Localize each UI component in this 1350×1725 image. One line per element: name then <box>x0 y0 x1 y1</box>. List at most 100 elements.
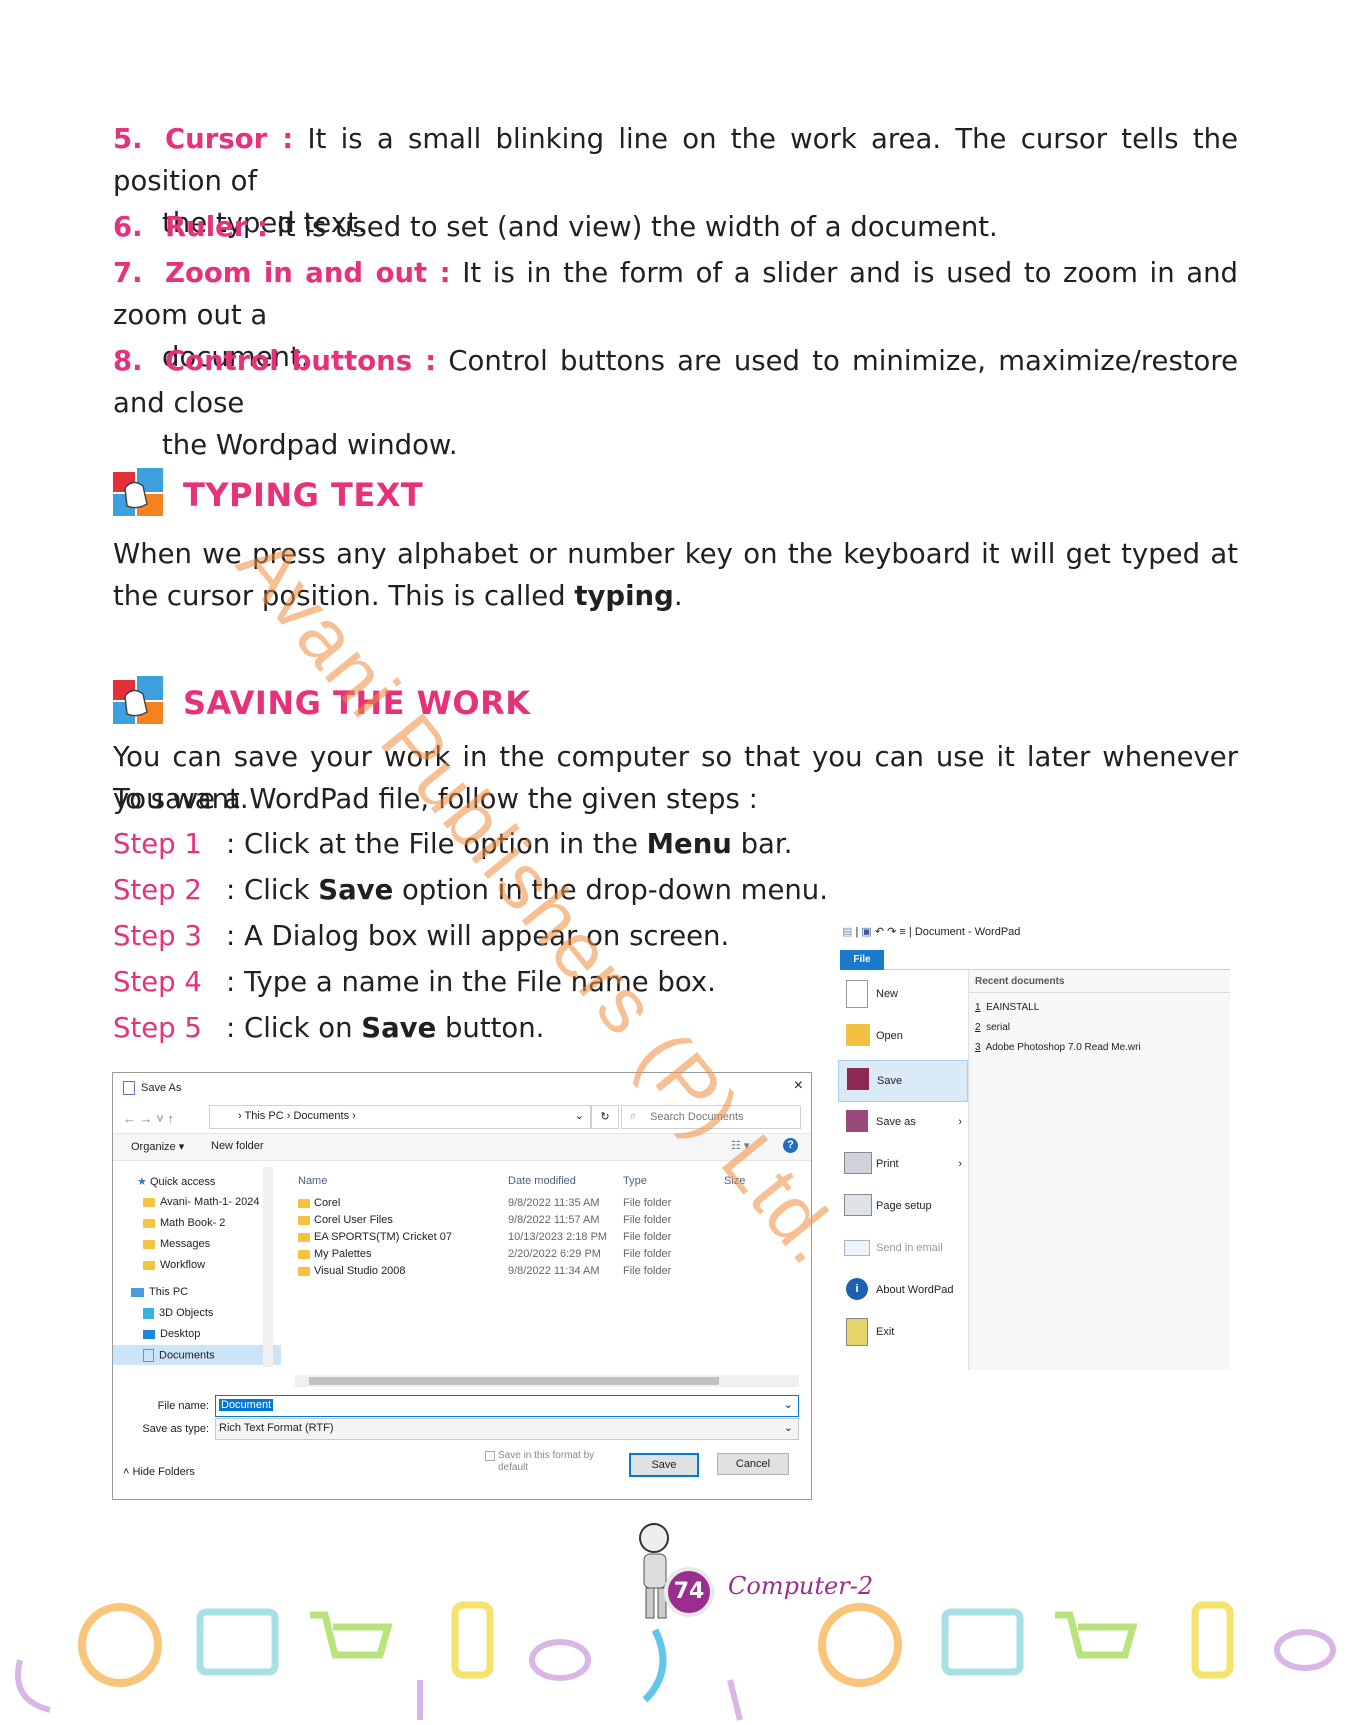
submenu-arrow-icon: › <box>958 1158 962 1170</box>
item-number: 6. <box>113 211 143 243</box>
nav-quick-access[interactable]: ★ Quick access <box>137 1175 215 1188</box>
step-text-end: button. <box>436 1012 545 1044</box>
menu-page-setup[interactable]: Page setup <box>842 1188 962 1226</box>
column-name[interactable]: Name <box>298 1175 327 1187</box>
back-forward-icon[interactable]: ← → ˅ ↑ <box>123 1111 174 1126</box>
address-bar[interactable]: › This PC › Documents › ⌄ <box>209 1105 591 1129</box>
recent-item[interactable]: 2 serial <box>975 1022 1010 1033</box>
horizontal-scrollbar[interactable] <box>295 1375 799 1387</box>
nav-folder[interactable]: Math Book- 2 <box>143 1217 225 1229</box>
menu-print[interactable]: Print › <box>842 1146 962 1184</box>
file-tab[interactable]: File <box>840 950 884 970</box>
menu-label: Send in email <box>876 1242 943 1254</box>
save-button[interactable]: Save <box>629 1453 699 1477</box>
nav-scrollbar[interactable] <box>263 1167 273 1367</box>
section-icon <box>113 676 163 724</box>
nav-folder[interactable]: Avani- Math-1- 2024 <box>143 1196 259 1208</box>
cancel-button[interactable]: Cancel <box>717 1453 789 1475</box>
step-text: : Click <box>226 874 319 906</box>
nav-documents[interactable]: Documents <box>113 1345 281 1365</box>
step-4: Step 4: Type a name in the File name box… <box>113 961 716 1003</box>
column-date[interactable]: Date modified <box>508 1175 576 1187</box>
file-name: Corel <box>314 1197 341 1209</box>
column-type[interactable]: Type <box>623 1175 647 1187</box>
nav-label: Quick access <box>149 1176 216 1188</box>
file-date: 9/8/2022 11:57 AM <box>508 1214 600 1226</box>
search-placeholder: Search Documents <box>650 1111 744 1123</box>
folder-icon <box>298 1267 310 1276</box>
recent-item[interactable]: 1 EAINSTALL <box>975 1002 1039 1013</box>
table-row[interactable]: Corel 9/8/2022 11:35 AM File folder <box>298 1195 798 1211</box>
menu-label: Open <box>876 1030 903 1042</box>
recent-heading: Recent documents <box>975 976 1065 987</box>
menu-save[interactable]: Save <box>838 1060 968 1102</box>
menu-save-as[interactable]: Save as › <box>842 1104 962 1142</box>
step-label: Step 5 <box>113 1012 202 1044</box>
save-icon[interactable]: ▣ <box>861 926 871 938</box>
step-text: : Click at the File option in the <box>226 828 647 860</box>
step-label: Step 3 <box>113 920 202 952</box>
nav-this-pc[interactable]: This PC <box>131 1286 188 1298</box>
refresh-icon[interactable]: ↻ <box>591 1105 619 1129</box>
search-input[interactable]: ⌕ Search Documents <box>621 1105 801 1129</box>
column-size[interactable]: Size <box>724 1175 745 1187</box>
file-name-field[interactable]: Document ⌄ <box>215 1395 799 1417</box>
table-row[interactable]: Visual Studio 2008 9/8/2022 11:34 AM File … <box>298 1263 798 1279</box>
recent-name: serial <box>986 1022 1011 1033</box>
organize-button[interactable]: Organize ▾ <box>131 1140 184 1153</box>
menu-exit[interactable]: Exit <box>842 1314 962 1352</box>
close-icon[interactable]: × <box>794 1077 803 1095</box>
hide-folders-button[interactable]: ˄ Hide Folders <box>123 1466 195 1478</box>
folder-icon <box>298 1199 310 1208</box>
scrollbar-thumb[interactable] <box>309 1377 719 1385</box>
section-heading-typing: TYPING TEXT <box>183 476 424 514</box>
nav-desktop[interactable]: Desktop <box>143 1328 200 1340</box>
chevron-down-icon[interactable]: ⌄ <box>784 1421 793 1434</box>
item-term: Zoom in and out : <box>165 257 451 289</box>
file-name-label: File name: <box>157 1400 209 1412</box>
customize-icon[interactable]: ≡ <box>899 926 905 938</box>
item-term: Ruler : <box>165 211 268 243</box>
menu-new[interactable]: New <box>842 976 962 1014</box>
file-date: 9/8/2022 11:34 AM <box>508 1265 600 1277</box>
menu-about[interactable]: i About WordPad <box>842 1272 962 1310</box>
item-number: 5. <box>113 123 143 155</box>
breadcrumb-documents[interactable]: Documents <box>293 1110 349 1122</box>
nav-folder[interactable]: Workflow <box>143 1259 205 1271</box>
hide-folders-label: Hide Folders <box>132 1466 195 1478</box>
typing-bold: typing <box>574 580 674 612</box>
file-date: 2/20/2022 6:29 PM <box>508 1248 601 1260</box>
step-text-end: option in the drop-down menu. <box>393 874 828 906</box>
table-row[interactable]: My Palettes 2/20/2022 6:29 PM File folder <box>298 1246 798 1262</box>
undo-icon[interactable]: ↶ <box>875 926 884 938</box>
step-bold: Save <box>318 874 394 906</box>
nav-folder[interactable]: Messages <box>143 1238 210 1250</box>
new-folder-button[interactable]: New folder <box>211 1140 264 1152</box>
folder-icon <box>298 1216 310 1225</box>
table-row[interactable]: EA SPORTS(TM) Cricket 07 10/13/2023 2:18 … <box>298 1229 798 1245</box>
view-options-icon[interactable]: ☷ ▾ <box>731 1139 749 1152</box>
cube-icon <box>143 1307 154 1319</box>
save-type-select[interactable]: Rich Text Format (RTF) ⌄ <box>215 1418 799 1440</box>
redo-icon[interactable]: ↷ <box>887 926 896 938</box>
star-icon: ★ <box>137 1176 147 1188</box>
nav-label: Desktop <box>160 1328 201 1340</box>
chevron-down-icon[interactable]: ⌄ <box>575 1109 584 1122</box>
menu-open[interactable]: Open <box>842 1018 962 1056</box>
step-bold: Save <box>361 1012 437 1044</box>
menu-label: Save <box>877 1075 903 1087</box>
window-title: Document - WordPad <box>914 926 1021 938</box>
open-folder-icon <box>846 1024 870 1046</box>
folder-icon <box>298 1250 310 1259</box>
chevron-down-icon[interactable]: ⌄ <box>784 1398 793 1411</box>
menu-label: New <box>876 988 899 1000</box>
help-icon[interactable]: ? <box>783 1138 798 1153</box>
file-name: My Palettes <box>314 1248 372 1260</box>
save-format-checkbox[interactable]: Save in this format by default <box>485 1450 618 1474</box>
nav-3d-objects[interactable]: 3D Objects <box>143 1307 213 1319</box>
recent-item[interactable]: 3 Adobe Photoshop 7.0 Read Me.wri <box>975 1042 1141 1053</box>
breadcrumb-this-pc[interactable]: This PC <box>245 1110 284 1122</box>
recent-name: EAINSTALL <box>986 1002 1040 1013</box>
table-row[interactable]: Corel User Files 9/8/2022 11:57 AM File fo… <box>298 1212 798 1228</box>
menu-send-in-email[interactable]: Send in email <box>842 1230 962 1268</box>
